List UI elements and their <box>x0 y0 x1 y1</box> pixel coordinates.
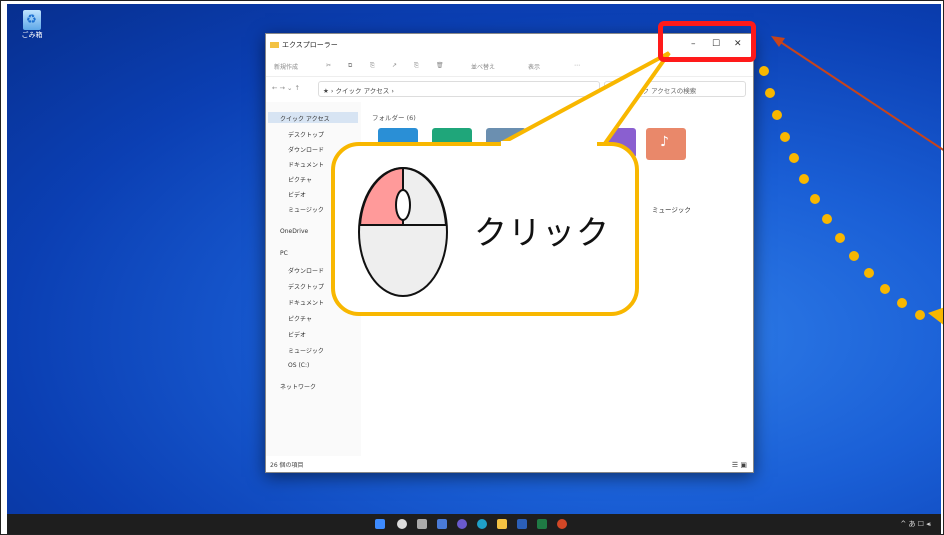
mouse-icon <box>358 166 448 297</box>
callout-text: クリック <box>474 213 610 252</box>
callout-cover <box>501 141 597 151</box>
screenshot-frame: ごみ箱 エクスプローラー – ☐ ✕ 新規作成 ✂ ⧉ ⎘ ↗ ⎘ 🗑 並べ替え… <box>0 0 944 535</box>
